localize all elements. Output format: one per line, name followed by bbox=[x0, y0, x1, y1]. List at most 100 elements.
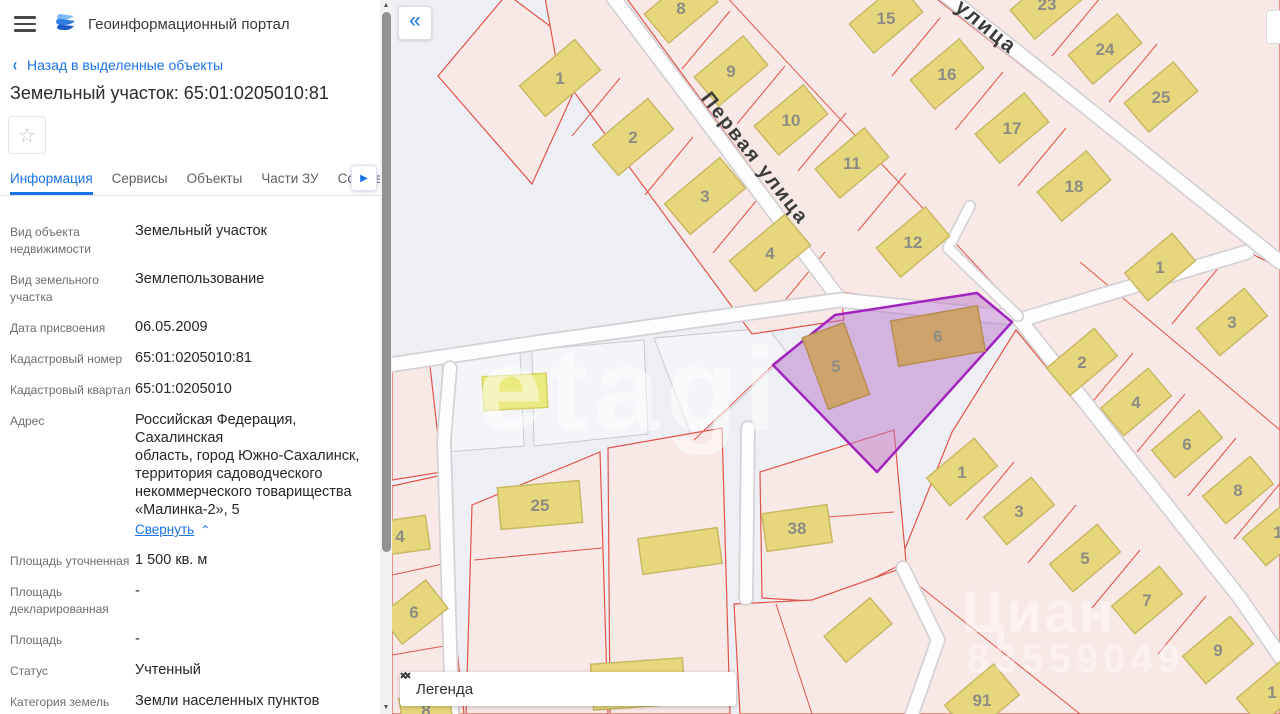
detail-row: Площадь уточненная1 500 кв. м bbox=[10, 551, 370, 570]
parcel-number: 4 bbox=[395, 527, 405, 546]
detail-value: - bbox=[135, 630, 370, 649]
parcel-number: 15 bbox=[877, 9, 896, 28]
detail-row: Вид земельного участкаЗемлепользование bbox=[10, 270, 370, 306]
parcel-number: 18 bbox=[1065, 177, 1084, 196]
detail-rows: Вид объекта недвижимостиЗемельный участо… bbox=[0, 196, 380, 714]
menu-icon[interactable] bbox=[14, 16, 36, 32]
parcel-number: 2 bbox=[1077, 353, 1086, 372]
detail-label: Площадь bbox=[10, 630, 135, 649]
parcel-number: 7 bbox=[1142, 591, 1151, 610]
app-logo-icon bbox=[54, 13, 78, 35]
detail-value: Земли населенных пунктов bbox=[135, 692, 370, 711]
detail-row: Дата присвоения06.05.2009 bbox=[10, 318, 370, 337]
parcel-number: 5 bbox=[831, 357, 840, 376]
parcel-number: 1 bbox=[1273, 523, 1280, 542]
detail-row: АдресРоссийская Федерация, Сахалинская о… bbox=[10, 411, 370, 539]
detail-value: Учтенный bbox=[135, 661, 370, 680]
parcel-number: 25 bbox=[1152, 88, 1171, 107]
sidebar-collapse-button[interactable]: « bbox=[398, 6, 432, 40]
star-icon: ☆ bbox=[18, 123, 36, 148]
parcel-number: 9 bbox=[1213, 641, 1222, 660]
tab-сервисы[interactable]: Сервисы bbox=[112, 164, 168, 195]
tabs-bar: ИнформацияСервисыОбъектыЧасти ЗУСоставГ … bbox=[0, 164, 380, 196]
parcel-number: 6 bbox=[1182, 435, 1191, 454]
parcel-number: 8 bbox=[1233, 481, 1242, 500]
parcel-number: 10 bbox=[782, 111, 801, 130]
parcel-number: 25 bbox=[531, 496, 550, 515]
parcel-number: 17 bbox=[1003, 119, 1022, 138]
parcel-number: 91 bbox=[973, 691, 992, 710]
detail-value: 06.05.2009 bbox=[135, 318, 370, 337]
road bbox=[444, 368, 452, 714]
detail-label: Площадь декларированная bbox=[10, 582, 135, 618]
detail-value: - bbox=[135, 582, 370, 618]
parcel-number: 6 bbox=[933, 327, 942, 346]
collapse-address-link[interactable]: Свернуть bbox=[135, 521, 194, 539]
parcel-number: 16 bbox=[938, 65, 957, 84]
watermark-text: Циан bbox=[962, 580, 1115, 645]
detail-value: 65:01:0205010:81 bbox=[135, 349, 370, 368]
detail-label: Вид объекта недвижимости bbox=[10, 222, 135, 258]
detail-value: Земельный участок bbox=[135, 222, 370, 258]
parcel-number: 8 bbox=[676, 0, 685, 18]
parcel-number: 4 bbox=[765, 244, 775, 263]
detail-row: Вид объекта недвижимостиЗемельный участо… bbox=[10, 222, 370, 258]
parcel-number: 3 bbox=[1014, 502, 1023, 521]
object-title: Земельный участок: 65:01:0205010:81 bbox=[10, 83, 366, 104]
parcel-number: 23 bbox=[1038, 0, 1057, 14]
back-link-label: Назад в выделенные объекты bbox=[27, 57, 223, 73]
detail-value: 65:01:0205010 bbox=[135, 380, 370, 399]
detail-label: Кадастровый номер bbox=[10, 349, 135, 368]
parcel-number: 3 bbox=[700, 187, 709, 206]
sidebar-header: Геоинформационный портал bbox=[0, 0, 380, 36]
detail-label: Площадь уточненная bbox=[10, 551, 135, 570]
parcel-number: 24 bbox=[1096, 40, 1115, 59]
parcel-number: 38 bbox=[788, 519, 807, 538]
back-chevron-icon: ‹ bbox=[13, 58, 17, 72]
tab-объекты[interactable]: Объекты bbox=[187, 164, 243, 195]
detail-row: Кадастровый квартал65:01:0205010 bbox=[10, 380, 370, 399]
arrow-right-icon: ▶ bbox=[360, 173, 368, 184]
detail-label: Статус bbox=[10, 661, 135, 680]
legend-bar[interactable]: Легенда bbox=[400, 672, 736, 706]
app-title: Геоинформационный портал bbox=[88, 16, 290, 33]
scrollbar-thumb[interactable] bbox=[382, 12, 391, 552]
back-link[interactable]: ‹ Назад в выделенные объекты bbox=[12, 57, 366, 73]
chevron-up-icon: ⌃ bbox=[200, 523, 210, 537]
detail-label: Адрес bbox=[10, 411, 135, 539]
tabs: ИнформацияСервисыОбъектыЧасти ЗУСоставГ bbox=[0, 164, 380, 195]
parcel-number: 3 bbox=[1227, 313, 1236, 332]
scroll-up-icon[interactable]: ▲ bbox=[380, 0, 392, 12]
detail-label: Кадастровый квартал bbox=[10, 380, 135, 399]
watermark-text: etagi bbox=[477, 324, 782, 456]
scroll-down-icon[interactable]: ▼ bbox=[380, 702, 392, 714]
parcel-number: 1 bbox=[957, 463, 966, 482]
detail-value: 1 500 кв. м bbox=[135, 551, 370, 570]
sidebar: Геоинформационный портал ‹ Назад в выдел… bbox=[0, 0, 380, 714]
parcel-number: 2 bbox=[628, 128, 637, 147]
parcel-number: 1 bbox=[1155, 258, 1164, 277]
detail-label: Дата присвоения bbox=[10, 318, 135, 337]
parcel-number: 12 bbox=[904, 233, 923, 252]
parcel-number: 6 bbox=[409, 603, 418, 622]
parcel-number: 11 bbox=[843, 154, 861, 173]
double-chevron-left-icon: « bbox=[409, 11, 421, 31]
watermark-text: 83559049 bbox=[967, 637, 1185, 681]
parcel-number: 4 bbox=[1131, 393, 1141, 412]
detail-value: Землепользование bbox=[135, 270, 370, 306]
detail-row: Площадь декларированная- bbox=[10, 582, 370, 618]
legend-label: Легенда bbox=[416, 681, 473, 698]
parcel-number: 1 bbox=[555, 69, 564, 88]
tab-информация[interactable]: Информация bbox=[10, 164, 93, 195]
sidebar-scrollbar[interactable]: ▲ ▼ bbox=[380, 0, 392, 714]
detail-label: Категория земель bbox=[10, 692, 135, 711]
parcel-number: 1 bbox=[1267, 683, 1276, 702]
favorite-star-button[interactable]: ☆ bbox=[8, 116, 46, 154]
parcel-number: 9 bbox=[726, 62, 735, 81]
map-canvas[interactable]: 1234891011121516171823242513246811357919… bbox=[392, 0, 1280, 714]
tabs-scroll-right-button[interactable]: ▶ bbox=[351, 165, 377, 191]
detail-row: СтатусУчтенный bbox=[10, 661, 370, 680]
map-control-partial[interactable] bbox=[1266, 10, 1280, 44]
tab-части зу[interactable]: Части ЗУ bbox=[261, 164, 318, 195]
map-svg: 1234891011121516171823242513246811357919… bbox=[392, 0, 1280, 714]
